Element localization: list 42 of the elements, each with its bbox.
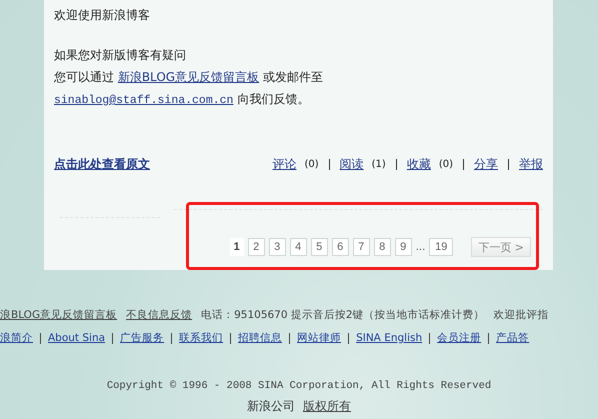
footer-nav-link[interactable]: About Sina [48,332,106,344]
email-link[interactable]: sinablog@staff.sina.com.cn [54,94,234,107]
view-original-link[interactable]: 点击此处查看原文 [54,156,150,173]
action-link[interactable]: 阅读 [340,156,364,173]
action-count: (0) [438,159,453,170]
footer-nav-link[interactable]: 会员注册 [437,331,482,345]
page-link[interactable]: 8 [374,238,391,256]
page-link[interactable]: 6 [332,238,349,256]
page-link[interactable]: 2 [248,238,265,256]
footer-nav-link[interactable]: 广告服务 [120,331,164,345]
contact-text: 您可以通过 新浪BLOG意见反馈留言板 或发邮件至 [54,69,324,86]
footer-nav-link[interactable]: SINA English [356,332,422,344]
company-text: 新浪公司 [247,398,295,415]
page-link[interactable]: 4 [290,238,307,256]
action-link[interactable]: 分享 [474,156,498,173]
copyright-text: Copyright © 1996 - 2008 SINA Corporation, All Rights Reserved [106,380,492,392]
action-count: (1) [372,159,386,170]
footer-link[interactable]: 浪BLOG意见反馈留言板 [0,308,118,322]
page-link[interactable]: 19 [429,238,454,256]
welcome-text: 欢迎批评指 [494,308,549,322]
footer-nav-link[interactable]: 浪简介 [0,331,33,345]
page-link[interactable]: 7 [352,238,370,256]
page-link[interactable]: 1 [230,238,244,256]
action-count: (0) [304,159,319,170]
page-link[interactable]: 9 [394,238,412,256]
footer-nav-link[interactable]: 招聘信息 [238,331,282,345]
question-text: 如果您对新版博客有疑问 [54,47,187,64]
footer-link[interactable]: 不良信息反馈 [126,308,192,322]
rights-link[interactable]: 版权所有 [303,398,351,415]
action-link[interactable]: 评论 [272,156,296,173]
page-link[interactable]: 5 [310,238,328,256]
action-link[interactable]: 举报 [519,156,543,173]
footer-nav-link[interactable]: 产品答 [496,331,530,345]
email-text: sinablog@staff.sina.com.cn 向我们反馈。 [54,91,310,109]
page-ellipsis: ... [416,242,426,252]
action-link[interactable]: 收藏 [406,156,431,173]
footer-nav-link[interactable]: 网站律师 [297,331,342,345]
feedback-board-link[interactable]: 新浪BLOG意见反馈留言板 [118,70,260,84]
page-link[interactable]: 3 [268,238,286,256]
footer-nav-link[interactable]: 联系我们 [179,331,224,345]
phone-text: 电话：95105670 提示音后按2键（按当地市话标准计费） [201,308,485,322]
greeting-text: 欢迎使用新浪博客 [54,7,151,24]
